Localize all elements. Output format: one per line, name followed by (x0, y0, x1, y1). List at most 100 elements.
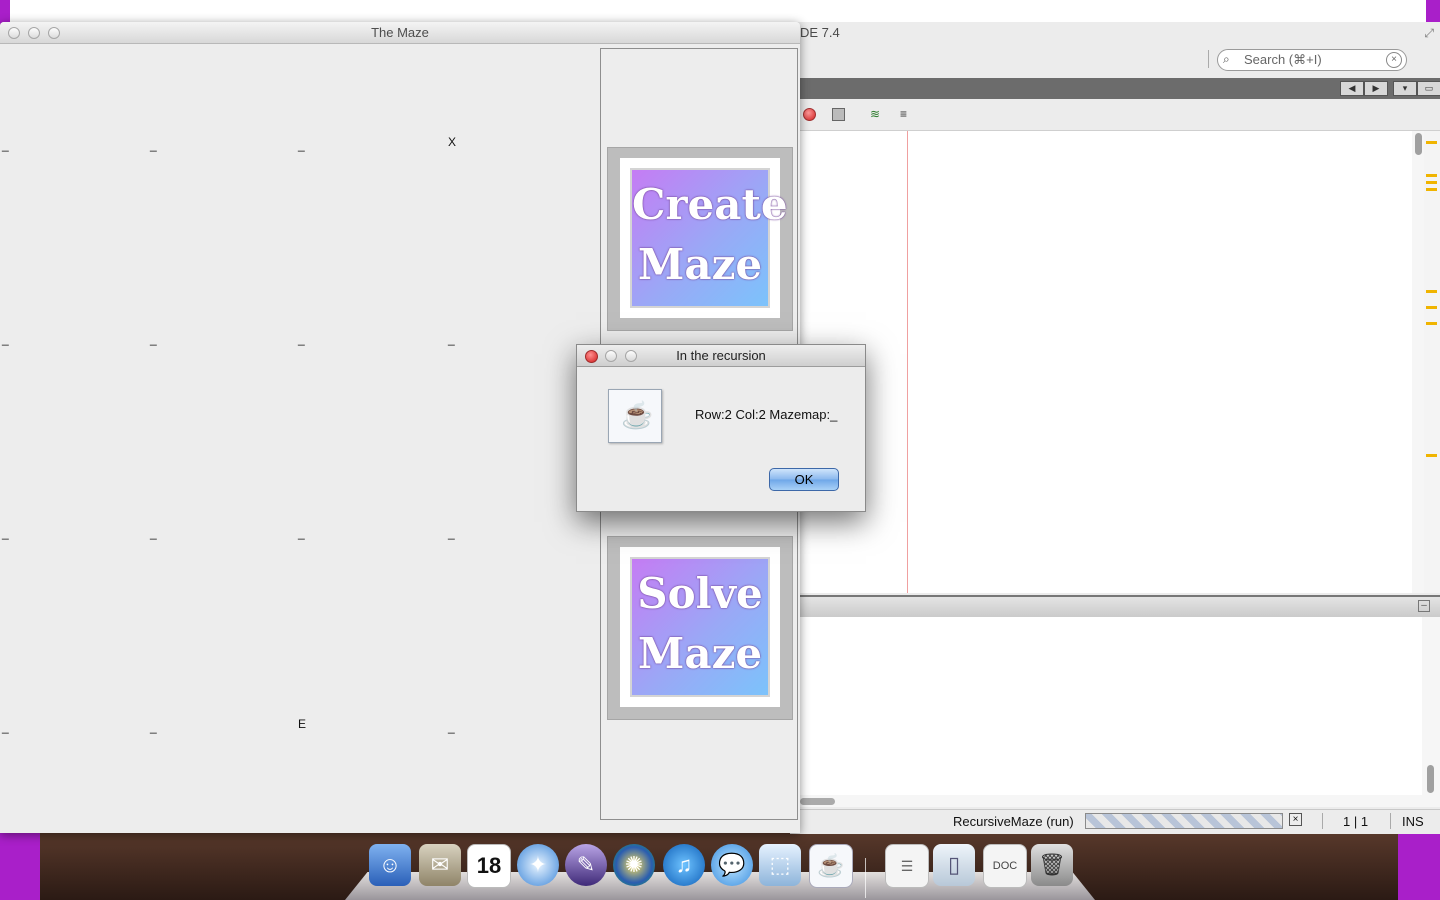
java-cup-icon: ☕ (621, 400, 654, 430)
create-maze-line2: Maze (637, 240, 763, 289)
editor-scrollbar[interactable] (1412, 131, 1424, 593)
error-stripe[interactable] (1424, 131, 1440, 593)
uncomment-icon[interactable]: ≡ (900, 107, 914, 121)
java-icon[interactable]: ☕ (809, 844, 853, 888)
maze-cell: _ (2, 526, 9, 540)
maze-cell: _ (150, 720, 157, 734)
warning-mark[interactable] (1426, 290, 1437, 293)
maze-cell: _ (2, 332, 9, 346)
create-maze-line1: Create (632, 180, 788, 229)
status-bar: RecursiveMaze (run) × 1 | 1 INS (800, 809, 1440, 834)
finder-icon[interactable]: ☺ (369, 844, 411, 886)
maze-cell: _ (448, 526, 455, 540)
toolbar-divider (1208, 50, 1209, 68)
box-icon[interactable]: ⬚ (759, 844, 801, 886)
solve-maze-image-frame: Solve Maze (620, 547, 780, 707)
output-scrollbar-thumb[interactable] (1427, 765, 1434, 793)
warning-mark[interactable] (1426, 454, 1437, 457)
caret-position: 1 | 1 (1343, 814, 1369, 829)
comment-icon[interactable]: ≋ (870, 107, 884, 121)
calendar-icon[interactable]: 18 (467, 844, 511, 888)
maze-cell: _ (150, 332, 157, 346)
warning-mark[interactable] (1426, 188, 1437, 191)
game-icon[interactable]: ✺ (613, 844, 655, 886)
maze-cell: _ (448, 720, 455, 734)
trash-icon[interactable]: 🗑 (1031, 844, 1073, 886)
maze-cell: _ (298, 138, 305, 152)
maze-cell: _ (2, 720, 9, 734)
scroll-tabs-left-button[interactable]: ◀ (1340, 81, 1364, 96)
status-divider (1322, 813, 1323, 829)
clear-search-icon[interactable]: × (1386, 52, 1402, 68)
maze-cell: E (298, 717, 307, 731)
itunes-icon[interactable]: ♫ (663, 844, 705, 886)
search-placeholder: Search (⌘+I) (1244, 52, 1322, 67)
right-margin-line (907, 131, 908, 593)
doc-icon[interactable]: DOC (983, 844, 1027, 888)
create-maze-button[interactable]: Create Maze (607, 147, 793, 331)
maximize-editor-button[interactable]: ▭ (1417, 81, 1440, 96)
maze-cell: _ (298, 332, 305, 346)
insert-mode: INS (1402, 814, 1424, 829)
menubar (0, 0, 1440, 22)
tab-list-dropdown-button[interactable]: ▾ (1393, 81, 1417, 96)
record-square-icon[interactable] (832, 108, 845, 121)
search-icon: ⌕ (1223, 52, 1230, 66)
dialog-titlebar[interactable]: In the recursion (577, 345, 865, 367)
cancel-run-icon[interactable]: × (1289, 813, 1302, 826)
warning-mark[interactable] (1426, 306, 1437, 309)
output-panel[interactable] (800, 617, 1422, 807)
create-maze-image-frame: Create Maze (620, 158, 788, 318)
script-editor-icon[interactable]: ✎ (565, 844, 607, 886)
warning-mark[interactable] (1426, 141, 1437, 144)
ide-window: DE 7.4 ⤢ ⌕ Search (⌘+I) × ◀ ▶ ▾ ▭ ≋ ≡ – (790, 22, 1440, 834)
maze-cell: _ (150, 526, 157, 540)
document-icon[interactable]: ☰ (885, 844, 929, 888)
solve-maze-button[interactable]: Solve Maze (607, 536, 793, 720)
mail-icon[interactable]: ✉ (419, 844, 461, 886)
maze-cell: _ (2, 138, 9, 152)
code-editor[interactable] (800, 131, 1412, 593)
editor-toolbar: ≋ ≡ (800, 100, 1440, 131)
fullscreen-icon[interactable]: ⤢ (1424, 26, 1434, 41)
safari-icon[interactable]: ✦ (517, 844, 559, 886)
maze-titlebar[interactable]: The Maze (0, 22, 800, 44)
solve-maze-image: Solve Maze (630, 557, 770, 697)
create-maze-image: Create Maze (630, 168, 788, 308)
output-horizontal-scrollbar[interactable] (800, 795, 1422, 807)
dock-separator (865, 858, 866, 898)
editor-tab-bar: ◀ ▶ ▾ ▭ (800, 78, 1440, 99)
warning-mark[interactable] (1426, 174, 1437, 177)
maze-cell: _ (448, 332, 455, 346)
maze-cell: X (448, 135, 457, 149)
search-field[interactable]: ⌕ Search (⌘+I) × (1217, 49, 1407, 71)
ide-window-title: DE 7.4 (800, 25, 840, 40)
recursion-dialog: In the recursion ☕ Row:2 Col:2 Mazemap:_… (576, 344, 866, 512)
minimize-output-icon[interactable]: – (1418, 600, 1430, 612)
menubar-strip (10, 0, 1426, 22)
desktop-edge-right (1398, 830, 1440, 900)
solve-maze-line1: Solve (637, 569, 763, 618)
warning-mark[interactable] (1426, 322, 1437, 325)
status-divider (1390, 813, 1391, 829)
output-panel-header: – (800, 595, 1440, 618)
solve-maze-line2: Maze (637, 629, 763, 678)
desktop-edge-left (0, 830, 40, 900)
output-scrollbar[interactable] (1422, 617, 1440, 807)
dialog-title: In the recursion (676, 348, 766, 363)
calendar-day: 18 (476, 853, 502, 878)
run-progress-bar (1085, 813, 1283, 829)
maze-window-title: The Maze (371, 25, 429, 40)
maze-cell: _ (298, 526, 305, 540)
stop-macro-icon[interactable] (803, 108, 816, 121)
editor-scrollbar-thumb[interactable] (1415, 133, 1422, 155)
messages-icon[interactable]: 💬 (711, 844, 753, 886)
output-horizontal-thumb[interactable] (800, 798, 835, 805)
dialog-message: Row:2 Col:2 Mazemap:_ (695, 407, 838, 422)
maze-cell: _ (150, 138, 157, 152)
ok-button[interactable]: OK (769, 468, 839, 491)
warning-mark[interactable] (1426, 181, 1437, 184)
scroll-tabs-right-button[interactable]: ▶ (1364, 81, 1388, 96)
run-status-label: RecursiveMaze (run) (953, 814, 1074, 829)
folder-icon[interactable]: ▯ (933, 844, 975, 886)
